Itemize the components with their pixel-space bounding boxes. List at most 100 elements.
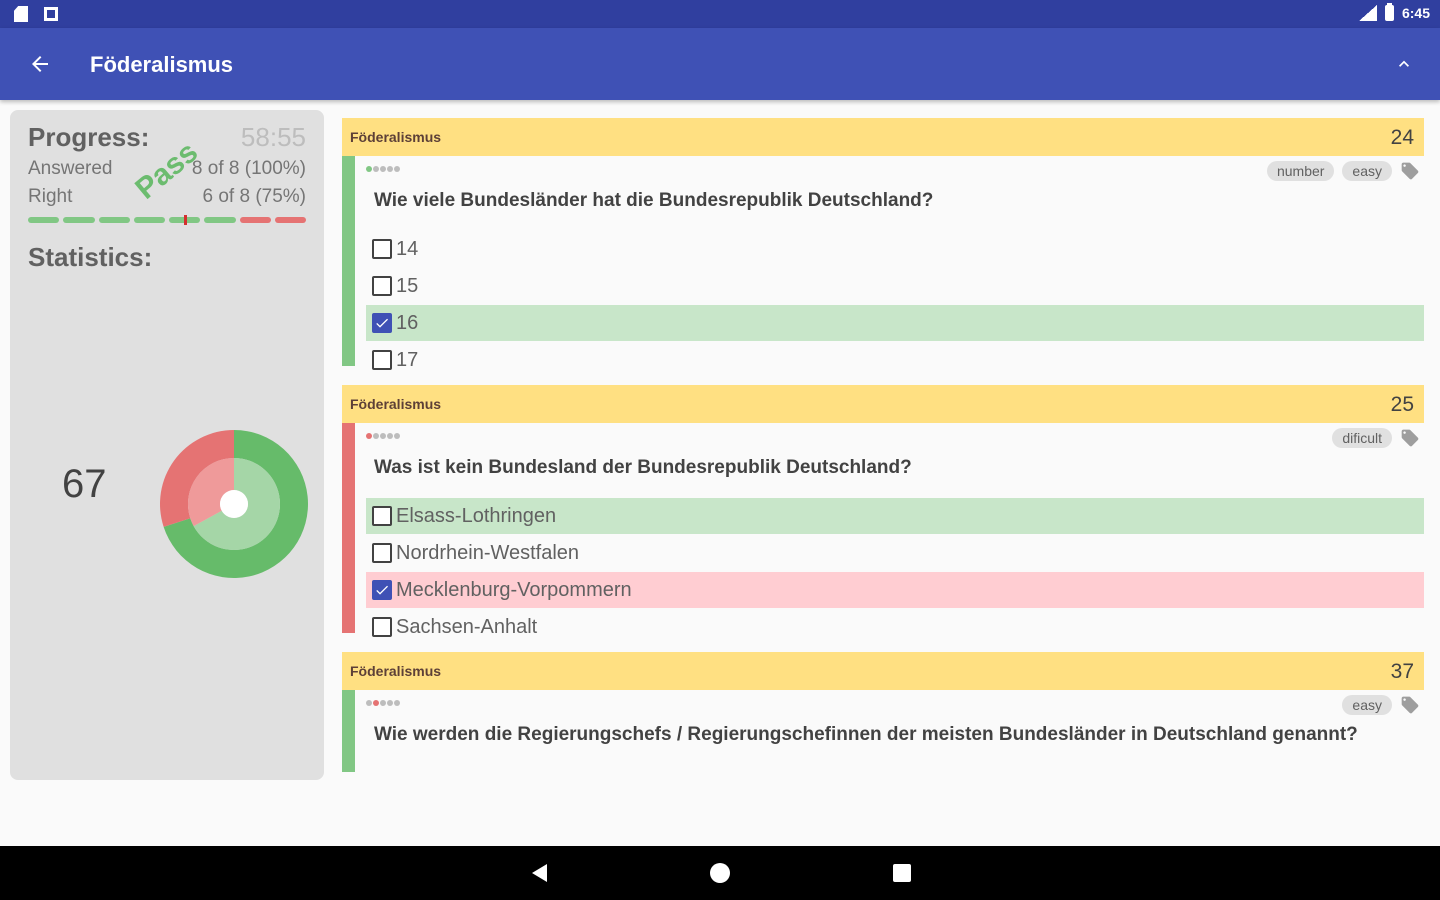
status-icons-left (14, 6, 58, 22)
progress-marker (184, 215, 187, 225)
tag-icon[interactable] (1400, 695, 1420, 715)
answer-option[interactable]: 15 (366, 268, 1424, 304)
check-icon (376, 585, 388, 595)
answer-label: Sachsen-Anhalt (396, 615, 538, 638)
question-text: Wie werden die Regierungschefs / Regieru… (374, 724, 1358, 745)
question-card: Föderalismus 24 number easy Wie viele Bundes… (342, 118, 1424, 414)
answer-checkbox[interactable] (372, 350, 392, 370)
history-dot (373, 700, 379, 706)
answer-option[interactable]: 17 (366, 342, 1424, 378)
progress-title: Progress: (28, 122, 150, 152)
square-recents-icon (893, 864, 911, 882)
answer-option[interactable]: 16 (366, 305, 1424, 341)
page-title: Föderalismus (90, 52, 234, 77)
arrow-left-icon (32, 56, 48, 72)
answer-checkbox[interactable] (372, 506, 392, 526)
timer: 58:55 (240, 122, 306, 152)
statistics-donut-chart (160, 430, 308, 578)
circle-home-icon (710, 863, 730, 883)
statistics-title: Statistics: (28, 242, 153, 272)
answer-label: 17 (396, 348, 419, 371)
tag-chip[interactable]: dificult (1332, 428, 1392, 448)
right-value: 6 of 8 (75%) (202, 186, 307, 207)
history-dot (380, 700, 386, 706)
progress-segment (133, 217, 165, 223)
history-dot (380, 433, 386, 439)
status-bar: 6:45 (0, 0, 1440, 28)
progress-segment (204, 217, 236, 223)
answer-label: Nordrhein-Westfalen (396, 541, 580, 564)
nav-recents-button[interactable] (889, 860, 915, 886)
question-tags: number easy (1266, 161, 1420, 181)
check-icon (376, 318, 388, 328)
question-category: Föderalismus (350, 396, 442, 412)
answer-checkbox[interactable] (372, 543, 392, 563)
progress-segment (98, 217, 130, 223)
answer-option[interactable]: Sachsen-Anhalt (366, 609, 1424, 645)
progress-segment (274, 217, 306, 223)
tag-icon[interactable] (1400, 428, 1420, 448)
answer-option[interactable]: Mecklenburg-Vorpommern (366, 572, 1424, 608)
answer-checkbox[interactable] (372, 617, 392, 637)
tag-chip[interactable]: easy (1342, 695, 1392, 715)
collapse-button[interactable] (1388, 48, 1420, 80)
status-time: 6:45 (1401, 5, 1430, 21)
progress-bar (28, 215, 306, 225)
donut-center (220, 490, 248, 518)
question-text: Was ist kein Bundesland der Bundesrepubl… (374, 457, 912, 478)
progress-segment (28, 217, 60, 223)
tag-glyph-icon (1401, 429, 1419, 447)
answer-option[interactable]: 14 (366, 231, 1424, 267)
answer-label: 15 (396, 274, 419, 297)
question-card: Föderalismus 37 easy Wie werden die Regieru… (342, 652, 1424, 772)
question-status-strip (342, 156, 355, 366)
answer-checkbox[interactable] (372, 239, 392, 259)
question-header: Föderalismus 24 (342, 118, 1424, 156)
answer-option[interactable]: Elsass-Lothringen (366, 498, 1424, 534)
question-text: Wie viele Bundesländer hat die Bundesrep… (374, 190, 934, 211)
answer-option[interactable]: Nordrhein-Westfalen (366, 535, 1424, 571)
answer-label: 14 (396, 237, 419, 260)
history-dot (394, 700, 400, 706)
history-dot (366, 166, 372, 172)
question-card: Föderalismus 25 dificult Was ist kein Bunde… (342, 385, 1424, 681)
answer-checkbox[interactable] (372, 580, 392, 600)
history-dot (373, 166, 379, 172)
answer-history (366, 166, 400, 172)
sd-card-icon (14, 6, 28, 22)
history-dot (380, 166, 386, 172)
history-dot (366, 433, 372, 439)
answer-checkbox[interactable] (372, 313, 392, 333)
right-label: Right (28, 186, 73, 207)
answer-option[interactable]: Erster Minister/ Erste Ministerin (366, 765, 1424, 773)
nav-back-button[interactable] (526, 860, 552, 886)
answer-label: Mecklenburg-Vorpommern (396, 578, 632, 601)
tag-glyph-icon (1401, 696, 1419, 714)
question-list[interactable]: Föderalismus 24 number easy Wie viele Bundes… (342, 118, 1424, 772)
tag-chip[interactable]: number (1266, 161, 1335, 181)
answered-value: 8 of 8 (100%) (191, 158, 306, 179)
tag-icon[interactable] (1400, 161, 1420, 181)
answer-checkbox[interactable] (372, 276, 392, 296)
app-bar: Föderalismus (0, 28, 1440, 100)
status-icons-right: 6:45 (1358, 3, 1430, 21)
history-dot (373, 433, 379, 439)
nav-home-button[interactable] (707, 860, 733, 886)
question-number: 24 (1390, 126, 1414, 149)
tag-glyph-icon (1401, 162, 1419, 180)
tag-chip[interactable]: easy (1342, 161, 1392, 181)
back-button[interactable] (20, 46, 60, 82)
battery-icon (1384, 3, 1394, 21)
question-number: 37 (1390, 660, 1414, 683)
question-header: Föderalismus 37 (342, 652, 1424, 690)
answer-label: Elsass-Lothringen (396, 504, 557, 527)
question-status-strip (342, 423, 355, 633)
history-dot (387, 166, 393, 172)
question-tags: dificult (1332, 428, 1420, 448)
answer-label: 16 (396, 311, 419, 334)
progress-panel: Progress: 58:55 Answered 8 of 8 (100%) R… (10, 110, 324, 780)
question-category: Föderalismus (350, 663, 442, 679)
answered-label: Answered (28, 158, 113, 179)
signal-icon (1358, 5, 1377, 21)
history-dot (394, 433, 400, 439)
